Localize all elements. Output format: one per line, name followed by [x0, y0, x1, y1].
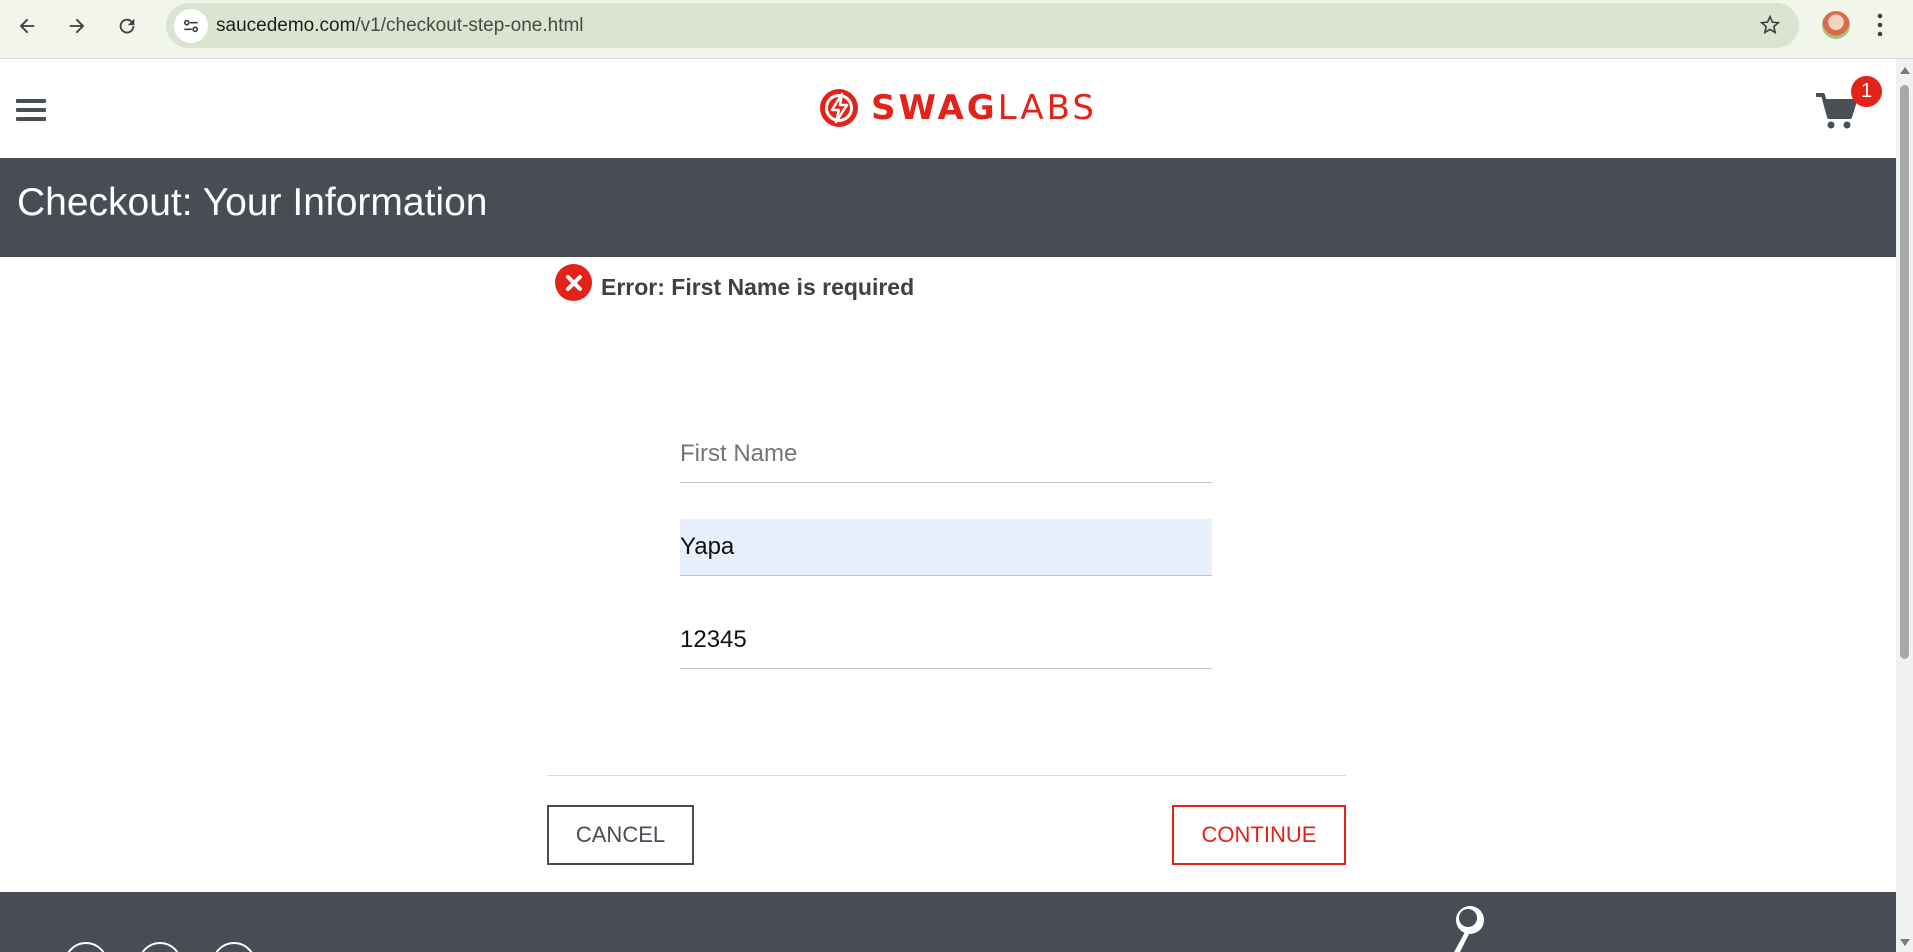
scrollbar-thumb[interactable]: [1900, 85, 1909, 659]
logo-text: SWAGLABS: [871, 88, 1097, 128]
scroll-down-arrow-icon[interactable]: [1900, 939, 1910, 946]
swag-labs-logo-mark: [820, 89, 858, 127]
form-divider: [547, 775, 1346, 776]
first-name-input[interactable]: First Name: [680, 426, 1212, 483]
page-scrollbar[interactable]: [1896, 59, 1913, 952]
logo-text-light: LABS: [997, 88, 1097, 128]
continue-button[interactable]: CONTINUE: [1172, 805, 1346, 865]
logo-text-bold: SWAG: [871, 88, 998, 128]
swag-bot-icon: [1445, 904, 1495, 952]
error-text: Error: First Name is required: [601, 274, 915, 300]
last-name-input[interactable]: Yapa: [680, 519, 1212, 576]
facebook-icon[interactable]: [138, 942, 182, 952]
secondary-header: Checkout: Your Information: [0, 158, 1896, 257]
twitter-icon[interactable]: [64, 942, 108, 952]
linkedin-icon[interactable]: [212, 942, 256, 952]
page-viewport: SWAGLABS 1 Checkout: Your Information: [0, 59, 1896, 952]
page-title: Checkout: Your Information: [17, 181, 488, 224]
back-icon[interactable]: [11, 10, 43, 42]
url-path: /v1/checkout-step-one.html: [355, 15, 584, 36]
url-text: saucedemo.com/v1/checkout-step-one.html: [216, 15, 584, 37]
error-icon[interactable]: [555, 264, 592, 301]
error-message: Error: First Name is required: [555, 264, 914, 301]
bookmark-star-icon[interactable]: [1759, 14, 1781, 41]
profile-avatar[interactable]: [1822, 11, 1850, 39]
reload-icon[interactable]: [111, 10, 143, 42]
swag-labs-logo: SWAGLABS: [819, 88, 1097, 128]
hamburger-menu-icon[interactable]: [16, 99, 46, 123]
forward-icon[interactable]: [61, 10, 93, 42]
site-info-icon[interactable]: [174, 9, 208, 43]
app-header: SWAGLABS 1: [0, 59, 1896, 158]
browser-toolbar: saucedemo.com/v1/checkout-step-one.html: [0, 0, 1913, 59]
cart-badge: 1: [1851, 76, 1882, 107]
scroll-up-arrow-icon[interactable]: [1900, 67, 1910, 74]
footer: [0, 892, 1896, 952]
address-bar[interactable]: saucedemo.com/v1/checkout-step-one.html: [166, 3, 1799, 48]
cancel-button[interactable]: CANCEL: [547, 805, 694, 865]
postal-code-input[interactable]: 12345: [680, 612, 1212, 669]
url-domain: saucedemo.com: [216, 15, 356, 36]
browser-menu-icon[interactable]: [1876, 12, 1884, 43]
